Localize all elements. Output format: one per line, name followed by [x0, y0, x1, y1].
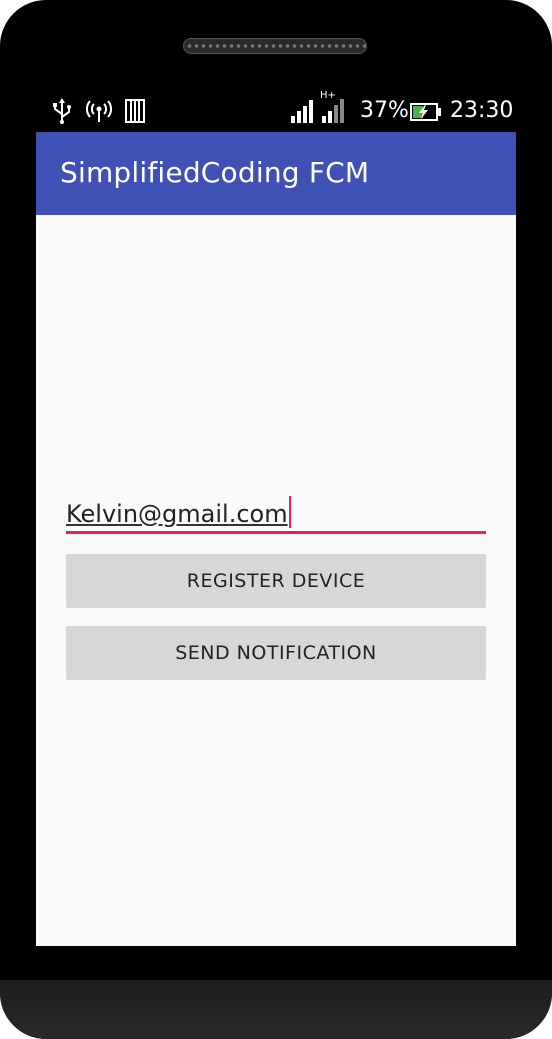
battery-percent: 37%: [360, 98, 409, 123]
phone-frame: H+ 37% 23:30 SimplifiedCoding FCM Kelvin…: [0, 0, 552, 1039]
app-bar: SimplifiedCoding FCM: [36, 132, 516, 215]
email-field-underline: [66, 531, 486, 534]
app-screen: SimplifiedCoding FCM Kelvin@gmail.com RE…: [36, 132, 516, 946]
memory-icon: [124, 98, 146, 128]
register-device-button[interactable]: REGISTER DEVICE: [66, 554, 486, 608]
wireless-tether-icon: [86, 98, 112, 128]
email-value: Kelvin@gmail.com: [66, 500, 288, 528]
send-notification-button[interactable]: SEND NOTIFICATION: [66, 626, 486, 680]
app-title: SimplifiedCoding FCM: [60, 156, 370, 189]
email-field[interactable]: Kelvin@gmail.com: [66, 486, 486, 536]
usb-icon: [52, 98, 72, 128]
phone-chin: [0, 980, 552, 1039]
status-time: 23:30: [450, 98, 514, 123]
signal-icon: [290, 98, 314, 128]
text-cursor: [288, 496, 291, 528]
battery-charging-icon: [410, 103, 442, 125]
email-input[interactable]: Kelvin@gmail.com: [66, 496, 291, 528]
status-bar: H+ 37% 23:30: [36, 90, 516, 132]
speaker-grille: [183, 38, 367, 54]
